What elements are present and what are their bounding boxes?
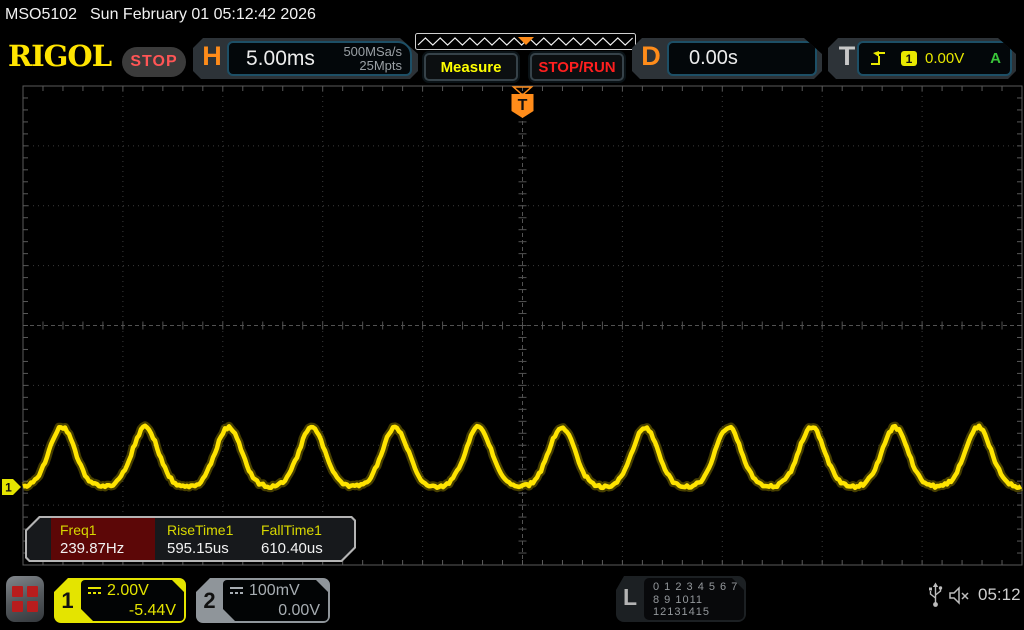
system-datetime: Sun February 01 05:12:42 2026 [90,6,316,24]
logic-row-2: 8 9 1011 12131415 [653,594,744,618]
horizontal-label: H [199,41,225,72]
waveform-grid[interactable]: T1 [0,84,1024,566]
stop-run-button[interactable]: STOP/RUN [530,53,624,81]
delay-value: 0.00s [669,47,738,70]
status-clock: 05:12 [978,585,1021,605]
sample-rate: 500MSa/s [343,44,402,59]
timebase-value: 5.00ms [229,47,315,71]
toolbar: RIGOL STOP H 5.00ms 500MSa/s 25Mpts Meas… [0,30,1024,84]
menu-grid-icon [12,586,23,597]
rigol-logo: RIGOL [8,39,111,73]
channel-2-number: 2 [196,578,223,623]
logic-row-1: 0 1 2 3 4 5 6 7 [653,581,744,593]
preview-zigzag [415,33,636,50]
channel-2-widget[interactable]: 2 100mV 0.00V [196,578,330,623]
mute-speaker-icon [948,586,972,605]
rising-edge-trigger-icon [870,50,888,67]
horizontal-settings-button[interactable]: H 5.00ms 500MSa/s 25Mpts [193,38,418,79]
measurement-popup: Freq1 239.87Hz RiseTime1 595.15us FallTi… [25,516,356,562]
delay-settings-button[interactable]: D 0.00s [632,38,822,79]
timebase-box[interactable]: 5.00ms 500MSa/s 25Mpts [227,41,412,76]
bottombar: 1 2.00V -5.44V 2 [0,566,1024,630]
trigger-settings-button[interactable]: T 1 0.00V A [828,38,1016,79]
trigger-box[interactable]: 1 0.00V A [857,41,1012,76]
oscilloscope-screen: { "titlebar": { "model": "MSO5102", "dat… [0,0,1024,630]
measurement-item-freq[interactable]: Freq1 239.87Hz [51,518,155,560]
model-name: MSO5102 [5,6,77,24]
delay-box[interactable]: 0.00s [667,41,817,76]
trigger-level-value: 0.00V [925,50,964,67]
channel-1-offset: -5.44V [87,601,176,621]
run-state-indicator: STOP [122,47,186,77]
channel-2-offset: 0.00V [229,601,320,621]
menu-button[interactable] [6,576,44,622]
measurement-item-risetime[interactable]: RiseTime1 595.15us [158,518,252,560]
titlebar: MSO5102 Sun February 01 05:12:42 2026 [0,0,1024,30]
svg-text:1: 1 [5,481,12,495]
channel-1-widget[interactable]: 1 2.00V -5.44V [54,578,186,623]
measurement-item-falltime[interactable]: FallTime1 610.40us [252,518,352,560]
usb-icon [928,582,943,608]
channel-1-number: 1 [54,578,81,623]
dc-coupling-icon [229,586,244,596]
waveform-position-preview[interactable] [415,33,636,50]
logic-channels-widget[interactable]: L 0 1 2 3 4 5 6 7 8 9 1011 12131415 [616,576,746,622]
svg-text:T: T [518,97,528,114]
delay-label: D [638,41,664,72]
memory-depth: 25Mpts [359,58,402,73]
measure-button[interactable]: Measure [424,53,518,81]
trigger-mode-auto: A [990,50,1001,67]
channel-1-scale: 2.00V [107,581,149,601]
scope-display: T1 Freq1 239.87Hz RiseTime1 595.15us Fal… [0,84,1024,566]
logic-label: L [623,584,637,611]
dc-coupling-icon [87,586,102,596]
channel-2-scale: 100mV [249,581,300,601]
trigger-source-badge: 1 [901,51,917,66]
